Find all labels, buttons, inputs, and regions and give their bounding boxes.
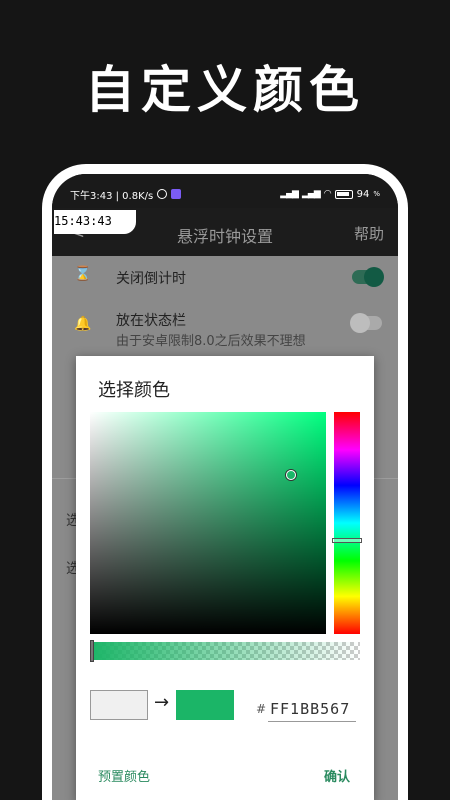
- statusbar-sublabel: 由于安卓限制8.0之后效果不理想: [116, 334, 306, 349]
- floating-clock[interactable]: 15:43:43: [54, 210, 136, 234]
- new-color-swatch: [176, 690, 234, 720]
- hex-color-input[interactable]: [268, 696, 356, 722]
- arrow-right-icon: →: [154, 692, 170, 713]
- alpha-slider-handle[interactable]: [90, 640, 94, 662]
- battery-icon: [334, 189, 353, 199]
- status-bar: 下午3:43 | 0.8K/s ▂▄▆ ▂▄▆ ◠ 94%: [52, 174, 398, 208]
- hue-slider[interactable]: [332, 412, 362, 634]
- bell-icon: 🔔: [74, 316, 92, 332]
- countdown-toggle[interactable]: [352, 267, 384, 287]
- app-notification-icon: [171, 189, 182, 199]
- hourglass-icon: ⌛: [74, 266, 92, 282]
- old-color-swatch: [90, 690, 148, 720]
- statusbar-label: 放在状态栏: [116, 313, 186, 329]
- wifi-icon: ◠: [323, 189, 332, 199]
- status-time-speed: 下午3:43 | 0.8K/s: [70, 190, 154, 202]
- hue-slider-handle[interactable]: [332, 538, 362, 543]
- signal-icon-2: ▂▄▆: [301, 189, 321, 199]
- preset-colors-button[interactable]: 预置颜色: [98, 766, 150, 785]
- signal-icon: ▂▄▆: [280, 189, 299, 199]
- hex-prefix: #: [256, 702, 267, 716]
- phone-screen: 下午3:43 | 0.8K/s ▂▄▆ ▂▄▆ ◠ 94% 15:43:43 <…: [52, 174, 398, 800]
- phone-frame: 下午3:43 | 0.8K/s ▂▄▆ ▂▄▆ ◠ 94% 15:43:43 <…: [42, 164, 408, 800]
- setting-row-countdown[interactable]: ⌛ 关闭倒计时: [52, 256, 398, 294]
- countdown-label: 关闭倒计时: [116, 271, 186, 287]
- dialog-title: 选择颜色: [98, 380, 170, 401]
- confirm-button[interactable]: 确认: [324, 766, 350, 785]
- sv-cursor[interactable]: [286, 470, 296, 480]
- saturation-value-picker[interactable]: [90, 412, 326, 634]
- alarm-icon: [157, 189, 168, 199]
- color-picker-dialog: 选择颜色 → # 预置颜色 确认: [76, 356, 374, 800]
- promo-title: 自定义颜色: [85, 61, 365, 119]
- statusbar-toggle[interactable]: [350, 313, 382, 333]
- battery-level: 94: [356, 188, 370, 200]
- alpha-slider[interactable]: [90, 640, 360, 662]
- help-button[interactable]: 帮助: [354, 223, 384, 244]
- setting-row-statusbar[interactable]: 🔔 放在状态栏 由于安卓限制8.0之后效果不理想: [52, 294, 398, 354]
